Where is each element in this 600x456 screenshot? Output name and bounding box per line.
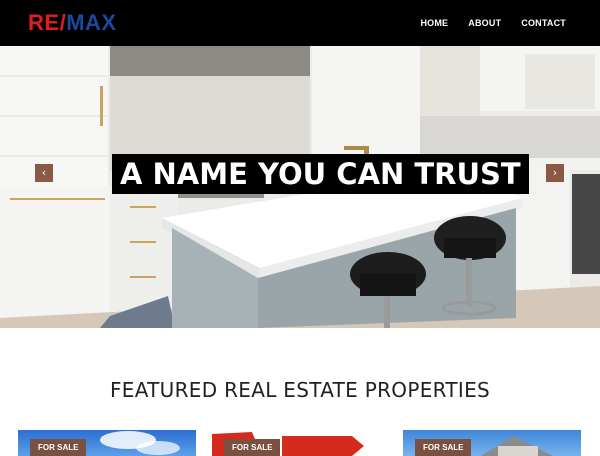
hero-headline: A NAME YOU CAN TRUST [112, 154, 529, 194]
logo-slash: / [59, 10, 67, 35]
chevron-right-icon: › [552, 166, 558, 179]
nav-about[interactable]: ABOUT [468, 18, 501, 28]
nav-home[interactable]: HOME [420, 18, 448, 28]
hero-slider: ‹ › A NAME YOU CAN TRUST [0, 46, 600, 328]
featured-section-title: FEATURED REAL ESTATE PROPERTIES [109, 378, 491, 402]
nav-contact[interactable]: CONTACT [521, 18, 566, 28]
main-nav: HOME ABOUT CONTACT [420, 0, 566, 46]
for-sale-badge: FOR SALE [415, 439, 472, 456]
site-header: RE / MAX HOME ABOUT CONTACT [0, 0, 600, 46]
logo-re: RE [28, 10, 60, 35]
for-sale-badge: FOR SALE [224, 439, 281, 456]
property-card[interactable]: FOR SALE [403, 430, 581, 456]
logo-max: MAX [66, 10, 117, 35]
property-card[interactable]: FOR SALE [212, 430, 390, 456]
slider-next-button[interactable]: › [546, 164, 564, 182]
remax-logo[interactable]: RE / MAX [28, 10, 117, 36]
property-card[interactable]: FOR SALE [18, 430, 196, 456]
chevron-left-icon: ‹ [41, 166, 47, 179]
slider-prev-button[interactable]: ‹ [35, 164, 53, 182]
for-sale-badge: FOR SALE [30, 439, 87, 456]
